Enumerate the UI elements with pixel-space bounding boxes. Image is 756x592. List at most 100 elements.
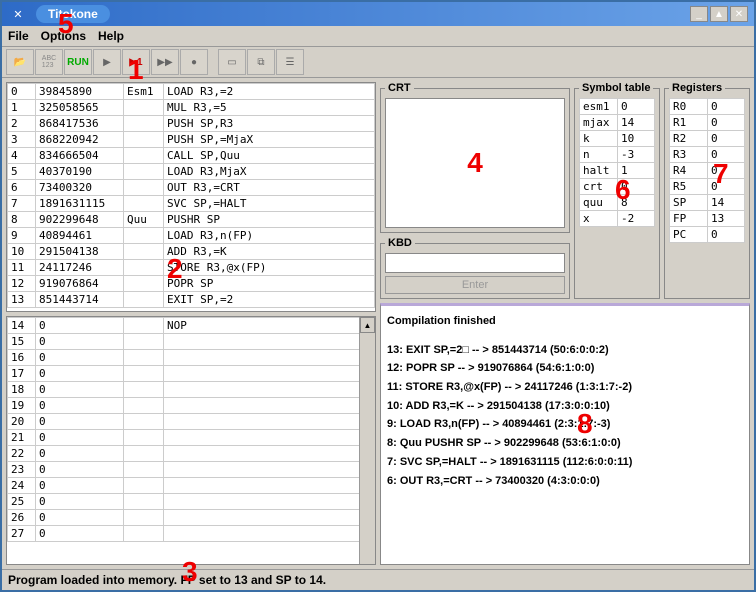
table-row[interactable]: 170 — [8, 366, 375, 382]
table-row[interactable]: 180 — [8, 382, 375, 398]
toolbar: 📂 ABC123 RUN ▶ ▶1 ▶▶ ● ▭ ⧉ ☰ 1 — [2, 47, 754, 78]
table-row[interactable]: 039845890Esm1LOAD R3,=2 — [8, 84, 375, 100]
maximize-button[interactable]: ▲ — [710, 6, 728, 22]
table-row[interactable]: R40 — [670, 163, 745, 179]
cell: R1 — [670, 115, 708, 131]
scrollbar[interactable]: ▲ — [359, 317, 375, 564]
table-row[interactable]: SP14 — [670, 195, 745, 211]
cell — [124, 260, 164, 276]
cell: halt — [580, 163, 618, 179]
table-row[interactable]: 200 — [8, 414, 375, 430]
table-row[interactable]: 3868220942PUSH SP,=MjaX — [8, 132, 375, 148]
table-row[interactable]: 12919076864POPR SP — [8, 276, 375, 292]
table-row[interactable]: 1124117246STORE R3,@x(FP) — [8, 260, 375, 276]
table-row[interactable]: R10 — [670, 115, 745, 131]
cell: 868220942 — [36, 132, 124, 148]
run-button[interactable]: RUN — [64, 49, 92, 75]
cell: 0 — [36, 430, 124, 446]
close-button[interactable]: ✕ — [730, 6, 748, 22]
table-row[interactable]: 140NOP — [8, 318, 375, 334]
cell: 14 — [618, 115, 655, 131]
cell — [124, 132, 164, 148]
table-row[interactable]: 240 — [8, 478, 375, 494]
cell: MUL R3,=5 — [164, 100, 375, 116]
table-row[interactable]: 940894461LOAD R3,n(FP) — [8, 228, 375, 244]
table-row[interactable]: mjax14 — [580, 115, 655, 131]
table-row[interactable]: 673400320OUT R3,=CRT — [8, 180, 375, 196]
cell: 0 — [708, 115, 745, 131]
cell: 10 — [618, 131, 655, 147]
table-row[interactable]: 4834666504CALL SP,Quu — [8, 148, 375, 164]
step-button[interactable]: ▶ — [93, 49, 121, 75]
menu-options[interactable]: Options — [41, 29, 86, 43]
stop-button[interactable]: ● — [180, 49, 208, 75]
cell: LOAD R3,n(FP) — [164, 228, 375, 244]
cell: PUSHR SP — [164, 212, 375, 228]
cell: 73400320 — [36, 180, 124, 196]
cell: 10 — [8, 244, 36, 260]
table-row[interactable]: 270 — [8, 526, 375, 542]
cell: PUSH SP,=MjaX — [164, 132, 375, 148]
menu-help[interactable]: Help — [98, 29, 124, 43]
table-row[interactable]: esm10 — [580, 99, 655, 115]
table-row[interactable]: 260 — [8, 510, 375, 526]
table-row[interactable]: 8902299648QuuPUSHR SP — [8, 212, 375, 228]
table-row[interactable]: quu8 — [580, 195, 655, 211]
table-row[interactable]: 230 — [8, 462, 375, 478]
table-row[interactable]: 540370190LOAD R3,MjaX — [8, 164, 375, 180]
window-icon: ▭ — [227, 57, 236, 68]
table-row[interactable]: 150 — [8, 334, 375, 350]
symbol-table: esm10mjax14k10n-3halt1crt0quu8x-2 — [579, 98, 655, 227]
code-table: 039845890Esm1LOAD R3,=21325058565MUL R3,… — [7, 83, 375, 308]
view3-button[interactable]: ☰ — [276, 49, 304, 75]
cell: n — [580, 147, 618, 163]
menu-file[interactable]: File — [8, 29, 29, 43]
cell: NOP — [164, 318, 375, 334]
table-row[interactable]: R00 — [670, 99, 745, 115]
app-icon: ✕ — [10, 6, 26, 22]
open-button[interactable]: 📂 — [6, 49, 34, 75]
table-row[interactable]: 220 — [8, 446, 375, 462]
code-panel[interactable]: 039845890Esm1LOAD R3,=21325058565MUL R3,… — [6, 82, 376, 312]
enter-button[interactable]: Enter — [385, 276, 565, 294]
table-row[interactable]: 160 — [8, 350, 375, 366]
table-row[interactable]: 250 — [8, 494, 375, 510]
compile-line: 6: OUT R3,=CRT -- > 73400320 (4:3:0:0:0) — [387, 472, 743, 491]
view1-button[interactable]: ▭ — [218, 49, 246, 75]
table-row[interactable]: 10291504138ADD R3,=K — [8, 244, 375, 260]
table-row[interactable]: x-2 — [580, 211, 655, 227]
status-text: Program loaded into memory. FP set to 13… — [8, 573, 326, 587]
fast-forward-button[interactable]: ▶▶ — [151, 49, 179, 75]
table-row[interactable]: PC0 — [670, 227, 745, 243]
view2-button[interactable]: ⧉ — [247, 49, 275, 75]
table-row[interactable]: n-3 — [580, 147, 655, 163]
scroll-up-icon[interactable]: ▲ — [360, 317, 375, 333]
table-row[interactable]: R30 — [670, 147, 745, 163]
cell: esm1 — [580, 99, 618, 115]
table-row[interactable]: 71891631115SVC SP,=HALT — [8, 196, 375, 212]
table-row[interactable]: 190 — [8, 398, 375, 414]
cell: 0 — [36, 398, 124, 414]
lexer-button[interactable]: ABC123 — [35, 49, 63, 75]
compile-output-panel[interactable]: Compilation finished 13: EXIT SP,=2□ -- … — [380, 303, 750, 565]
cell — [124, 100, 164, 116]
table-row[interactable]: R50 — [670, 179, 745, 195]
table-row[interactable]: halt1 — [580, 163, 655, 179]
memory-panel[interactable]: 140NOP1501601701801902002102202302402502… — [6, 316, 376, 565]
content: 039845890Esm1LOAD R3,=21325058565MUL R3,… — [2, 78, 754, 569]
table-row[interactable]: 13851443714EXIT SP,=2 — [8, 292, 375, 308]
table-row[interactable]: crt0 — [580, 179, 655, 195]
minimize-button[interactable]: _ — [690, 6, 708, 22]
step-one-button[interactable]: ▶1 — [122, 49, 150, 75]
cell: 1891631115 — [36, 196, 124, 212]
kbd-input[interactable] — [385, 253, 565, 273]
cell — [124, 164, 164, 180]
table-row[interactable]: R20 — [670, 131, 745, 147]
table-row[interactable]: k10 — [580, 131, 655, 147]
table-row[interactable]: 1325058565MUL R3,=5 — [8, 100, 375, 116]
cell: R2 — [670, 131, 708, 147]
table-row[interactable]: FP13 — [670, 211, 745, 227]
table-row[interactable]: 210 — [8, 430, 375, 446]
cell: LOAD R3,MjaX — [164, 164, 375, 180]
table-row[interactable]: 2868417536PUSH SP,R3 — [8, 116, 375, 132]
